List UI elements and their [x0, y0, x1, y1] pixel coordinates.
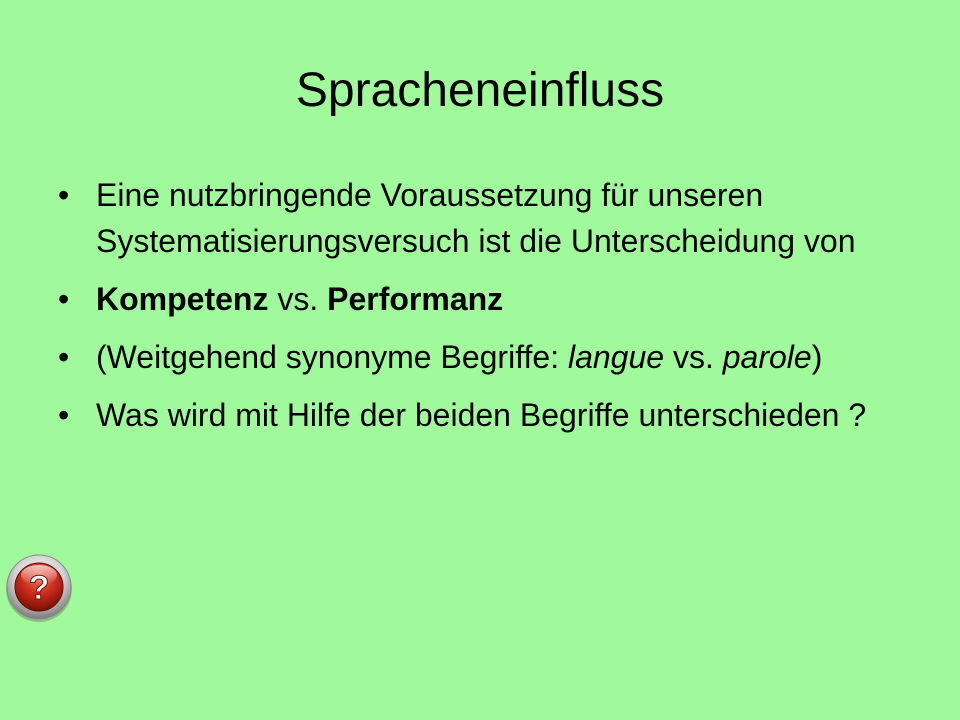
term-parole: parole [722, 339, 812, 375]
bullet-text: Was wird mit Hilfe der beiden Begriffe u… [96, 397, 867, 433]
term-performanz: Performanz [327, 281, 504, 317]
bullet-dot: • [58, 397, 70, 433]
bullet-item-4: • Was wird mit Hilfe der beiden Begriffe… [58, 392, 918, 438]
bullet-dot: • [58, 339, 70, 375]
bullet-item-3: • (Weitgehend synonyme Begriffe: langue … [58, 334, 918, 380]
bullet-connector: vs. [268, 281, 328, 317]
term-kompetenz: Kompetenz [96, 281, 269, 317]
term-langue: langue [567, 339, 665, 375]
slide-title: Spracheneinfluss [295, 64, 665, 117]
bullet-text: Eine nutzbringende Voraussetzung für uns… [96, 177, 856, 259]
bullet-text-prefix: (Weitgehend synonyme Begriffe: [96, 339, 568, 375]
bullet-connector: vs. [664, 339, 723, 375]
help-button[interactable]: ? [4, 553, 74, 623]
bullet-dot: • [58, 177, 70, 213]
slide: Spracheneinfluss • Eine nutzbringende Vo… [0, 0, 960, 720]
question-glyph: ? [29, 569, 50, 607]
bullet-item-2: • Kompetenz vs. Performanz [58, 276, 918, 322]
bullet-item-1: • Eine nutzbringende Voraussetzung für u… [58, 172, 918, 264]
bullet-list: • Eine nutzbringende Voraussetzung für u… [58, 172, 918, 450]
question-mark-icon: ? [6, 554, 72, 622]
bullet-text-suffix: ) [811, 339, 823, 375]
bullet-dot: • [58, 281, 70, 317]
